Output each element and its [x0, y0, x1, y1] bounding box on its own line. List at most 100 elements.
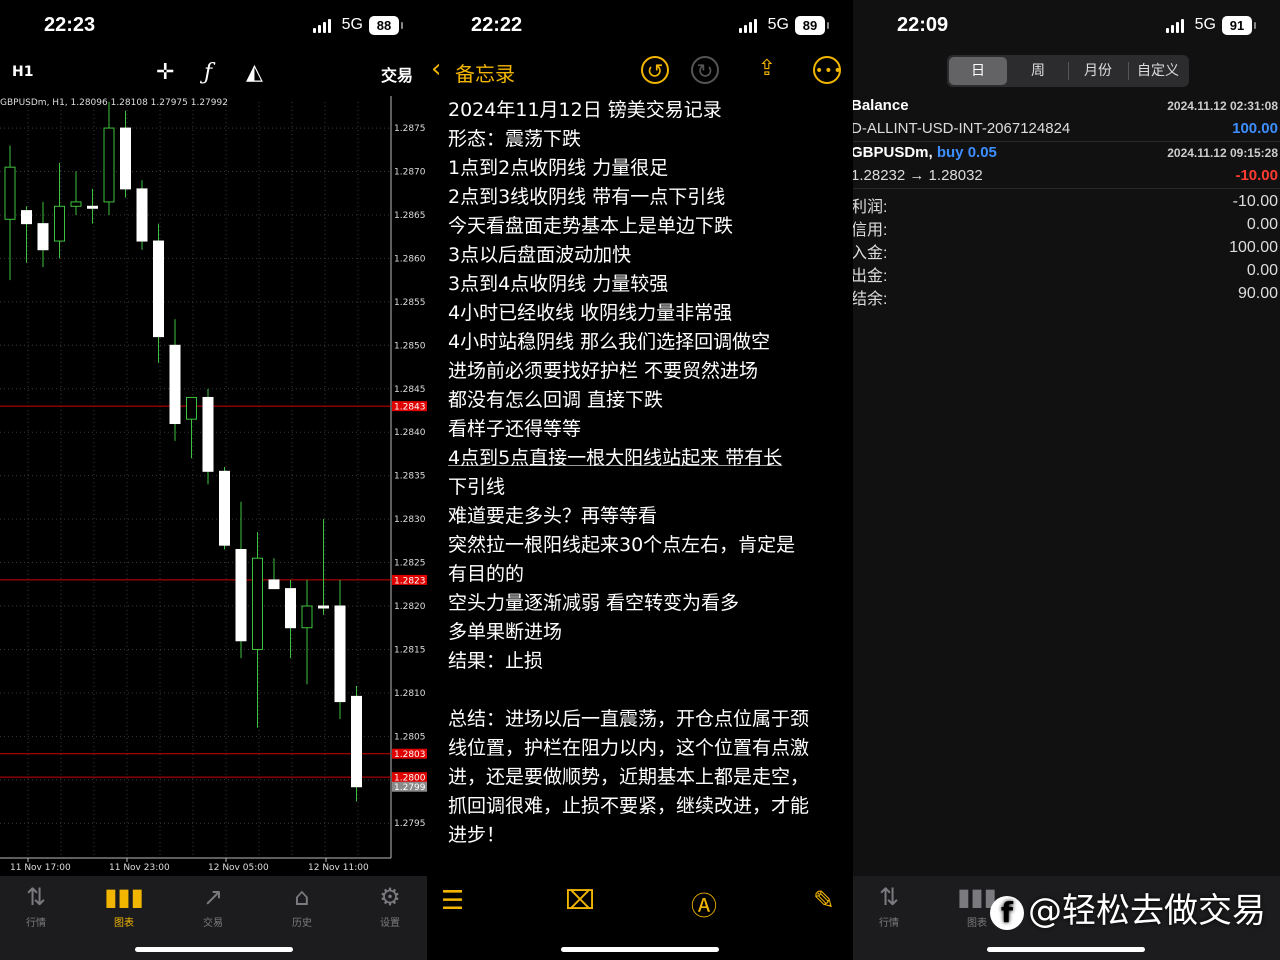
y-tick-label: 1.2865 — [394, 211, 426, 221]
shapes-icon[interactable]: ◭ — [246, 60, 263, 85]
crosshair-icon[interactable]: ✛ — [156, 60, 174, 85]
timeframe-button[interactable]: H1 — [12, 64, 33, 80]
candle-bear — [285, 588, 296, 629]
summary-label: 结余: — [853, 291, 888, 308]
home-indicator — [561, 947, 719, 952]
settings-icon: ⚙ — [379, 883, 401, 911]
nav-chart[interactable]: ▮▮▮ 图表 — [94, 882, 154, 929]
note-line — [448, 676, 848, 705]
deal-title: GBPUSDm, buy 0.05 — [853, 144, 997, 161]
chart-toolbar: H1 ✛ ƒ ◭ 交易 — [0, 52, 427, 94]
note-line: 下引线 — [448, 476, 506, 498]
function-icon[interactable]: ƒ — [204, 60, 212, 85]
trade-button[interactable]: 交易 — [381, 62, 413, 86]
candlestick-chart[interactable]: 1.2875 1.2870 1.2865 1.2860 1.2855 1.2850 1.28… — [0, 96, 427, 874]
camera-icon[interactable]: ⌧ — [565, 886, 595, 916]
note-line: 形态：震荡下跌 — [448, 128, 582, 150]
nav-settings[interactable]: ⚙ 设置 — [360, 882, 420, 929]
note-line: 总结：进场以后一直震荡，开仓点位属于颈 — [448, 708, 810, 730]
period-segmented-control: 日 周 月份 自定义 — [947, 55, 1189, 87]
back-button[interactable]: 备忘录 — [455, 58, 515, 87]
more-icon[interactable]: ••• — [813, 56, 842, 84]
candle-bull — [186, 396, 197, 420]
note-line: 有目的的 — [448, 563, 525, 585]
nav-label: 行情 — [26, 918, 46, 929]
signal-icon — [1166, 19, 1188, 33]
status-time: 22:22 — [471, 14, 523, 36]
balance-time: 2024.11.12 02:31:08 — [1167, 99, 1278, 113]
candle-bull — [4, 166, 16, 220]
battery-icon: 88 — [369, 16, 403, 35]
undo-icon[interactable]: ↺ — [641, 56, 669, 84]
status-time: 22:09 — [897, 14, 949, 36]
quotes-icon: ⇅ — [878, 883, 900, 911]
balance-id: D-ALLINT-USD-INT-2067124824 — [853, 120, 1071, 137]
history-icon: ⌂ — [294, 883, 310, 911]
note-line: 抓回调很难，止损不要紧，继续改进，才能 — [448, 795, 810, 817]
candle-bear — [219, 470, 230, 546]
note-line: 难道要走多头？再等等看 — [448, 505, 658, 527]
y-tick-label: 1.2835 — [394, 472, 426, 482]
candle-bear — [268, 579, 280, 590]
y-tick-label: 1.2860 — [394, 254, 426, 264]
note-line: 空头力量逐渐减弱 看空转变为看多 — [448, 592, 740, 614]
note-line: 进步！ — [448, 824, 506, 846]
deal-time: 2024.11.12 09:15:28 — [1167, 146, 1278, 160]
nav-trade[interactable]: ↗ 交易 — [183, 882, 243, 929]
balance-entry[interactable]: Balance 2024.11.12 02:31:08 D-ALLINT-USD… — [853, 95, 1280, 141]
note-line: 多单果断进场 — [448, 621, 563, 643]
note-line: 看样子还得等等 — [448, 418, 582, 440]
candle-bear — [318, 605, 329, 609]
y-tick-label: 1.2825 — [394, 559, 426, 569]
notes-toolbar: ☰ ⌧ Ⓐ ✎ — [427, 876, 853, 960]
deal-profit: -10.00 — [1235, 167, 1278, 184]
history-screen: 22:09 5G 91 日 周 月份 自定义 Balance 2024.11.1… — [853, 0, 1280, 960]
nav-quotes[interactable]: ⇅ 行情 — [6, 882, 66, 929]
home-indicator — [135, 947, 293, 952]
deal-entry[interactable]: GBPUSDm, buy 0.05 2024.11.12 09:15:28 1.… — [853, 142, 1280, 188]
status-time: 22:23 — [44, 14, 96, 36]
y-tick-label: 1.2815 — [394, 645, 426, 655]
nav-label: 行情 — [879, 918, 899, 929]
share-icon[interactable]: ⇪ — [753, 56, 781, 84]
nav-history[interactable]: ⌂ 历史 — [272, 882, 332, 929]
network-label: 5G — [341, 16, 363, 33]
y-tick-label: 1.2820 — [394, 602, 426, 612]
quotes-icon: ⇅ — [25, 883, 47, 911]
tab-week[interactable]: 周 — [1009, 57, 1067, 85]
tab-custom[interactable]: 自定义 — [1129, 57, 1187, 85]
balance-amount: 100.00 — [1232, 120, 1278, 137]
candle-bear — [87, 205, 98, 209]
nav-label: 历史 — [292, 918, 312, 929]
candle-bear — [169, 344, 181, 425]
note-line: 4小时站稳阴线 那么我们选择回调做空 — [448, 331, 771, 353]
note-line: 进场前必须要找好护栏 不要贸然进场 — [448, 360, 759, 382]
candle-bull — [70, 201, 82, 207]
chart-screen: 22:23 5G 88 H1 ✛ ƒ ◭ 交易 1.2875 1.2870 1.28… — [0, 0, 427, 960]
network-label: 5G — [767, 16, 789, 33]
summary-value: 90.00 — [1237, 285, 1278, 302]
nav-label: 图表 — [114, 918, 134, 929]
nav-quotes[interactable]: ⇅ 行情 — [859, 882, 919, 929]
compose-icon[interactable]: ✎ — [813, 886, 835, 916]
note-content[interactable]: 2024年11月12日 镑美交易记录 形态：震荡下跌 1点到2点收阴线 力量很足 2点… — [448, 96, 848, 850]
home-indicator — [987, 947, 1145, 952]
markup-icon[interactable]: Ⓐ — [691, 886, 717, 923]
note-line: 线位置，护栏在阻力以内，这个位置有点激 — [448, 737, 810, 759]
network-label: 5G — [1194, 16, 1216, 33]
tab-day[interactable]: 日 — [949, 57, 1007, 85]
notes-screen: 22:22 5G 89 ‹ 备忘录 ↺ ↻ ⇪ ••• 2024年11月12日 … — [427, 0, 853, 960]
note-line: 突然拉一根阳线起来30个点左右，肯定是 — [448, 534, 796, 556]
watermark-text: @轻松去做交易 — [1028, 891, 1266, 931]
candle-bull — [301, 605, 313, 629]
deal-symbol: GBPUSDm, — [853, 144, 933, 161]
candle-bear — [202, 396, 214, 472]
x-tick-label: 11 Nov 23:00 — [109, 863, 170, 873]
history-list: Balance 2024.11.12 02:31:08 D-ALLINT-USD… — [853, 95, 1280, 308]
tab-month[interactable]: 月份 — [1069, 57, 1127, 85]
checklist-icon[interactable]: ☰ — [441, 886, 464, 916]
chevron-left-icon[interactable]: ‹ — [431, 54, 441, 84]
candle-bear — [21, 210, 32, 225]
y-tick-label: 1.2855 — [394, 298, 426, 308]
candle-bear — [235, 549, 247, 642]
